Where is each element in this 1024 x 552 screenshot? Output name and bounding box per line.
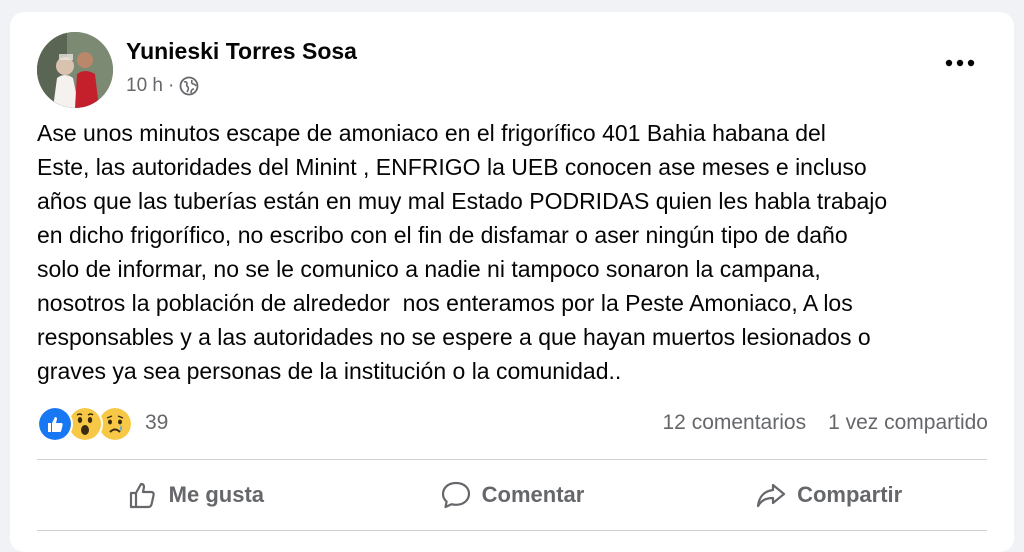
comment-label: Comentar [481,482,585,507]
divider-bottom [37,530,987,531]
comment-button[interactable]: Comentar [354,472,671,518]
author-name[interactable]: Yunieski Torres Sosa [126,38,357,65]
action-bar: Me gusta Comentar Compartir [37,472,987,518]
comment-icon [441,481,470,509]
post-body-line: años que las tuberías están en muy mal E… [37,188,888,214]
meta-separator: · [167,75,175,96]
post-stats: 12 comentarios 1 vez compartido [663,409,989,437]
reaction-count[interactable]: 39 [145,411,168,435]
more-options-button[interactable] [942,50,978,76]
author-avatar[interactable] [37,32,113,108]
avatar-photo [37,32,113,108]
post-body-line: solo de informar, no se le comunico a na… [37,256,821,282]
post-body-line: graves ya sea personas de la institución… [37,358,622,384]
ellipsis-icon [945,59,975,67]
like-button[interactable]: Me gusta [37,472,354,518]
shares-count[interactable]: 1 vez compartido [828,411,988,435]
like-label: Me gusta [168,482,265,507]
reaction-icons [37,405,135,442]
post-time[interactable]: 10 h [126,75,163,97]
thumbs-up-icon [129,482,155,509]
globe-icon[interactable] [179,76,199,96]
post-body-line: nosotros la población de alrededor nos e… [37,290,853,316]
share-label: Compartir [797,482,903,507]
post-body: Ase unos minutos escape de amoniaco en e… [37,116,997,388]
share-icon [757,483,786,508]
like-icon [37,406,73,442]
post-body-line: responsables y a las autoridades no se e… [37,324,871,350]
share-button[interactable]: Compartir [670,472,987,518]
post-meta: 10 h · [126,74,199,98]
post-card: Yunieski Torres Sosa 10 h · Ase unos min… [10,12,1014,552]
reactions-summary[interactable]: 39 [37,405,168,442]
post-body-line: en dicho frigorífico, no escribo con el … [37,222,848,248]
divider-top [37,459,987,460]
post-body-line: Este, las autoridades del Minint , ENFRI… [37,154,867,180]
post-body-line: Ase unos minutos escape de amoniaco en e… [37,120,826,146]
comments-count[interactable]: 12 comentarios [663,411,807,435]
